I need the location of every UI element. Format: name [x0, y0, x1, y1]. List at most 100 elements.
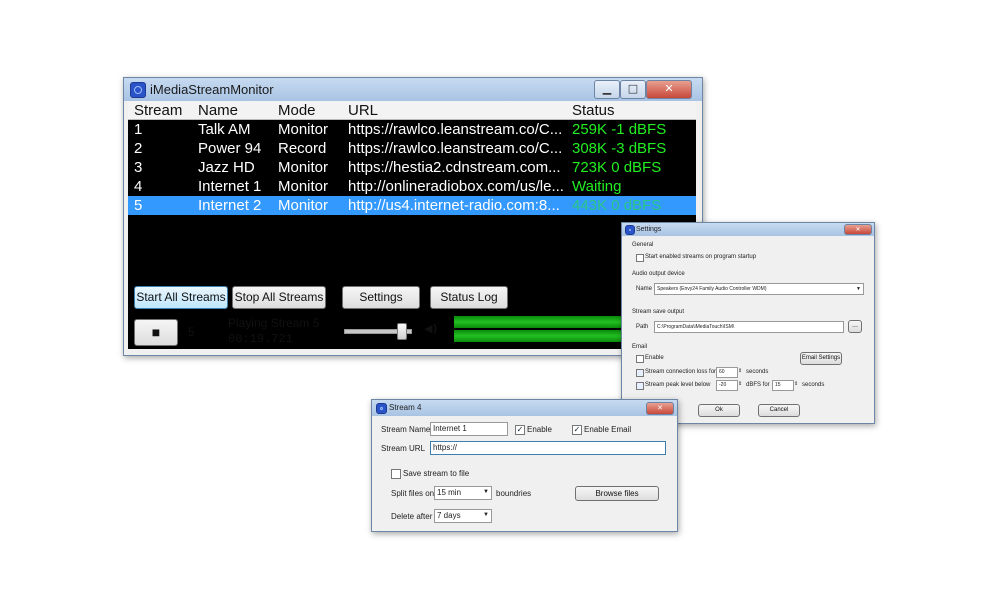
- maximize-button[interactable]: □: [620, 80, 646, 99]
- volume-slider-thumb[interactable]: [397, 323, 407, 340]
- stream-mode: Record: [278, 140, 327, 157]
- close-button[interactable]: ✕: [646, 80, 692, 99]
- settings-titlebar[interactable]: Settings ✕: [622, 223, 874, 236]
- stream4-close-button[interactable]: ✕: [646, 402, 674, 415]
- settings-button[interactable]: Settings: [342, 286, 420, 309]
- stream-grid[interactable]: Stream Name Mode URL Status 1 Talk AM Mo…: [128, 101, 696, 349]
- peak-seconds-spinner-icon[interactable]: ⇕: [794, 381, 798, 387]
- dbfs-for-label: dBFS for: [746, 382, 770, 388]
- settings-app-icon: [625, 225, 635, 235]
- column-header-mode[interactable]: Mode: [278, 102, 316, 119]
- stream-enable-label: Enable: [527, 425, 552, 434]
- status-log-button[interactable]: Status Log: [430, 286, 508, 309]
- connection-loss-input[interactable]: 60: [716, 367, 738, 378]
- stream4-titlebar[interactable]: Stream 4 ✕: [372, 400, 677, 416]
- stream-status: 723K 0 dBFS: [572, 159, 662, 176]
- delete-after-value: 7 days: [437, 511, 461, 520]
- stream-enable-checkbox[interactable]: ✓: [515, 425, 525, 435]
- stream-mode: Monitor: [278, 159, 329, 176]
- stream-url: http://us4.internet-radio.com:8...: [348, 197, 560, 214]
- stream-name: Internet 1: [198, 178, 262, 195]
- volume-slider[interactable]: [344, 323, 412, 340]
- stop-all-streams-button[interactable]: Stop All Streams: [232, 286, 326, 309]
- peak-level-input[interactable]: -20: [716, 380, 738, 391]
- start-all-streams-button[interactable]: Start All Streams: [134, 286, 228, 309]
- column-header-status[interactable]: Status: [572, 102, 615, 119]
- browse-files-button[interactable]: Browse files: [575, 486, 659, 501]
- stream-status: 443K 0 dBFS: [572, 197, 662, 214]
- email-enable-checkbox[interactable]: [636, 355, 644, 363]
- path-input[interactable]: C:\ProgramData\iMediaTouch\ISM\: [654, 321, 844, 333]
- stop-button[interactable]: ■: [134, 319, 178, 346]
- connection-loss-checkbox[interactable]: [636, 369, 644, 377]
- playing-status-text: Playing Stream 5: [228, 316, 320, 330]
- table-row-selected[interactable]: 5 Internet 2 Monitor http://us4.internet…: [128, 196, 696, 215]
- stream4-app-icon: [376, 403, 387, 414]
- ok-button[interactable]: Ok: [698, 404, 740, 417]
- table-row[interactable]: 4 Internet 1 Monitor http://onlineradiob…: [128, 177, 696, 196]
- peak-seconds-input[interactable]: 15: [772, 380, 794, 391]
- playing-stream-number: 5: [188, 325, 195, 339]
- settings-window: Settings ✕ General Start enabled streams…: [621, 222, 875, 424]
- stream-name: Talk AM: [198, 121, 251, 138]
- stream-url: http://onlineradiobox.com/us/le...: [348, 178, 564, 195]
- stream-number: 5: [134, 197, 143, 214]
- email-group-label: Email: [632, 344, 648, 350]
- main-titlebar[interactable]: iMediaStreamMonitor ▁ □ ✕: [124, 78, 702, 101]
- delete-after-select[interactable]: 7 days ▼: [434, 509, 492, 523]
- general-group-label: General: [632, 242, 654, 248]
- audio-device-select[interactable]: Speakers (Envy24 Family Audio Controller…: [654, 283, 864, 295]
- table-row[interactable]: 2 Power 94 Record https://rawlco.leanstr…: [128, 139, 696, 158]
- enable-email-label: Enable Email: [584, 425, 632, 434]
- path-browse-button[interactable]: ...: [848, 320, 862, 333]
- connection-loss-seconds-label: seconds: [746, 369, 769, 375]
- boundries-label: boundries: [496, 489, 532, 498]
- start-enabled-checkbox[interactable]: [636, 254, 644, 262]
- stream-url-label: Stream URL: [381, 444, 426, 453]
- stream-status: 259K -1 dBFS: [572, 121, 667, 138]
- path-value: C:\ProgramData\iMediaTouch\ISM\: [657, 324, 735, 330]
- column-header-url[interactable]: URL: [348, 102, 378, 119]
- path-label: Path: [636, 324, 649, 330]
- stream-url-value: https://: [433, 443, 458, 452]
- elapsed-time: 00:19.721: [228, 332, 293, 346]
- peak-level-checkbox[interactable]: [636, 382, 644, 390]
- enable-email-checkbox[interactable]: ✓: [572, 425, 582, 435]
- cancel-button[interactable]: Cancel: [758, 404, 800, 417]
- stream-url: https://rawlco.leanstream.co/C...: [348, 140, 563, 157]
- email-enable-label: Enable: [645, 355, 664, 361]
- stream-name-input[interactable]: Internet 1: [430, 422, 508, 436]
- stream-mode: Monitor: [278, 121, 329, 138]
- column-header-name[interactable]: Name: [198, 102, 238, 119]
- save-stream-checkbox[interactable]: [391, 469, 401, 479]
- stream-mode: Monitor: [278, 178, 329, 195]
- split-files-select[interactable]: 15 min ▼: [434, 486, 492, 500]
- table-row[interactable]: 1 Talk AM Monitor https://rawlco.leanstr…: [128, 120, 696, 139]
- peak-seconds-value: 15: [775, 382, 781, 388]
- speaker-icon[interactable]: ◀): [424, 322, 438, 335]
- start-enabled-label: Start enabled streams on program startup: [645, 254, 757, 260]
- stream-number: 2: [134, 140, 143, 157]
- peak-level-spinner-icon[interactable]: ⇕: [738, 381, 742, 387]
- stream-number: 3: [134, 159, 143, 176]
- email-settings-button[interactable]: Email Settings: [800, 352, 842, 365]
- stream-name: Jazz HD: [198, 159, 255, 176]
- audio-output-group-label: Audio output device: [632, 271, 685, 277]
- table-row[interactable]: 3 Jazz HD Monitor https://hestia2.cdnstr…: [128, 158, 696, 177]
- peak-level-value: -20: [719, 382, 727, 388]
- stream-number: 4: [134, 178, 143, 195]
- stream-save-group-label: Stream save output: [632, 309, 685, 315]
- stream-name: Internet 2: [198, 197, 262, 214]
- stream-name-label: Stream Name: [381, 425, 431, 434]
- device-name-label: Name: [636, 286, 653, 292]
- stream-url-input[interactable]: https://: [430, 441, 666, 455]
- stream-url: https://hestia2.cdnstream.com...: [348, 159, 561, 176]
- column-header-stream[interactable]: Stream: [134, 102, 182, 119]
- connection-loss-value: 60: [719, 369, 725, 375]
- settings-close-button[interactable]: ✕: [844, 224, 872, 235]
- settings-title: Settings: [636, 226, 662, 233]
- stream-status: Waiting: [572, 178, 622, 195]
- stream-status: 308K -3 dBFS: [572, 140, 667, 157]
- connection-loss-spinner-icon[interactable]: ⇕: [738, 368, 742, 374]
- minimize-button[interactable]: ▁: [594, 80, 620, 99]
